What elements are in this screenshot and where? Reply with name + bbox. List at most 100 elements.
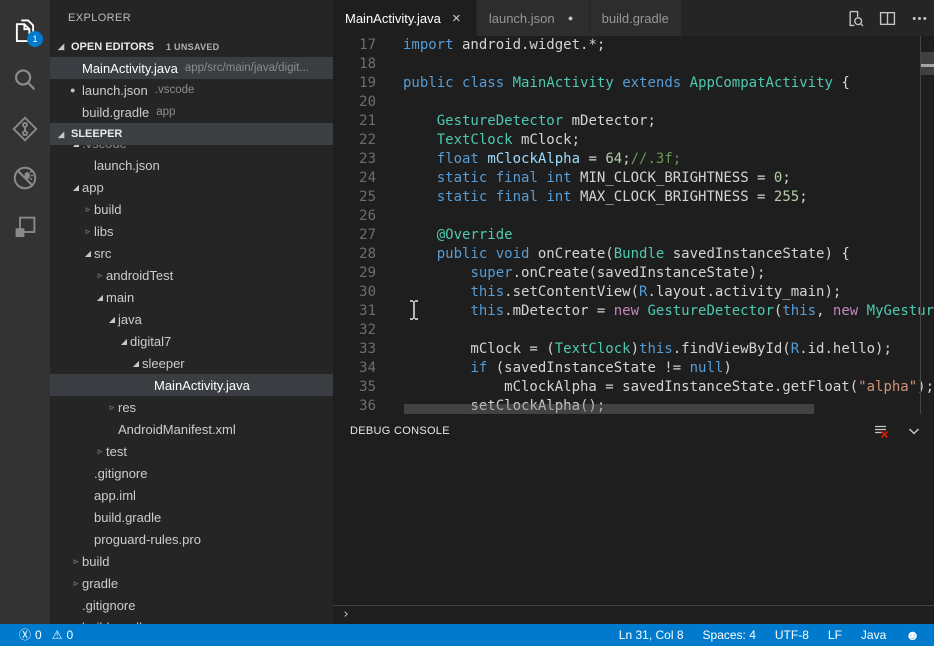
sidebar-title: EXPLORER [50,0,333,36]
dirty-indicator-icon[interactable]: ● [565,13,577,23]
tree-item-folder[interactable]: ▹test [50,440,333,462]
tree-item-folder[interactable]: ▹libs [50,220,333,242]
code-line-32[interactable]: 32 [333,321,934,340]
tab-build.gradle[interactable]: build.gradle [590,0,682,36]
chevron-collapsed-icon[interactable]: ▹ [82,204,94,215]
chevron-expanded-icon[interactable]: ◢ [106,315,118,324]
tree-item-folder[interactable]: ◢java [50,308,333,330]
tree-item-file[interactable]: proguard-rules.pro [50,528,333,550]
tree-item-file[interactable]: build.gradle [50,506,333,528]
clear-output-icon[interactable] [873,423,889,439]
code-editor[interactable]: 17import android.widget.*;1819public cla… [333,36,934,414]
problems-warnings[interactable]: ⚠ 0 [52,628,73,642]
code-line-25[interactable]: 25 static final int MAX_CLOCK_BRIGHTNESS… [333,188,934,207]
chevron-collapsed-icon[interactable]: ▹ [70,556,82,567]
close-icon[interactable]: × [449,10,464,27]
code-line-17[interactable]: 17import android.widget.*; [333,36,934,55]
tab-label: build.gradle [602,11,669,26]
code-line-34[interactable]: 34 if (savedInstanceState != null) [333,359,934,378]
tree-item-label: test [106,444,127,459]
line-content: static final int MIN_CLOCK_BRIGHTNESS = … [403,169,791,188]
chevron-expanded-icon[interactable]: ◢ [70,145,82,148]
tree-item-label: libs [94,224,114,239]
project-section-header[interactable]: ◢ SLEEPER [50,123,333,145]
chevron-collapsed-icon[interactable]: ▹ [94,270,106,281]
status-indentation[interactable]: Spaces: 4 [703,628,756,642]
status-feedback[interactable]: ☻ [905,628,920,642]
chevron-expanded-icon[interactable]: ◢ [118,337,130,346]
debug-console-input[interactable]: › [333,605,934,623]
chevron-collapsed-icon[interactable]: ▹ [94,446,106,457]
activity-explorer-button[interactable]: 1 [0,6,50,55]
tree-item-label: launch.json [94,158,160,173]
code-line-19[interactable]: 19public class MainActivity extends AppC… [333,74,934,93]
tree-item-file[interactable]: .gitignore [50,594,333,616]
tree-item-folder[interactable]: ▹gradle [50,572,333,594]
tab-MainActivity.java[interactable]: MainActivity.java× [333,0,477,36]
chevron-expanded-icon[interactable]: ◢ [70,183,82,192]
chevron-collapsed-icon[interactable]: ▹ [82,226,94,237]
line-number: 36 [333,397,403,414]
line-content: this.mDetector = new GestureDetector(thi… [403,302,934,321]
tree-item-folder[interactable]: ◢src [50,242,333,264]
tree-item-folder[interactable]: ◢app [50,176,333,198]
code-line-22[interactable]: 22 TextClock mClock; [333,131,934,150]
tree-item-folder[interactable]: ▹androidTest [50,264,333,286]
tree-item-file[interactable]: launch.json [50,154,333,176]
chevron-collapsed-icon[interactable]: ▹ [70,578,82,589]
code-line-28[interactable]: 28 public void onCreate(Bundle savedInst… [333,245,934,264]
open-editor-item[interactable]: MainActivity.javaapp/src/main/java/digit… [50,57,333,79]
activity-search-button[interactable] [0,55,50,104]
chevron-expanded-icon[interactable]: ◢ [94,293,106,302]
activity-source-control-button[interactable] [0,104,50,153]
horizontal-scrollbar[interactable] [404,404,814,414]
code-line-27[interactable]: 27 @Override [333,226,934,245]
problems-errors[interactable]: Ⓧ 0 [19,628,42,642]
tree-item-folder[interactable]: ▹build [50,198,333,220]
more-actions-icon[interactable] [911,10,928,27]
code-line-20[interactable]: 20 [333,93,934,112]
chevron-expanded-icon[interactable]: ◢ [130,359,142,368]
status-encoding[interactable]: UTF-8 [775,628,809,642]
split-editor-icon[interactable] [879,10,896,27]
code-line-23[interactable]: 23 float mClockAlpha = 64;//.3f; [333,150,934,169]
code-line-24[interactable]: 24 static final int MIN_CLOCK_BRIGHTNESS… [333,169,934,188]
code-line-18[interactable]: 18 [333,55,934,74]
activity-debug-button[interactable] [0,153,50,202]
code-line-35[interactable]: 35 mClockAlpha = savedInstanceState.getF… [333,378,934,397]
tree-item-folder[interactable]: ▹build [50,550,333,572]
tree-item-file[interactable]: app.iml [50,484,333,506]
code-line-33[interactable]: 33 mClock = (TextClock)this.findViewById… [333,340,934,359]
tree-item-file[interactable]: build.gradle [50,616,333,624]
code-line-29[interactable]: 29 super.onCreate(savedInstanceState); [333,264,934,283]
chevron-collapsed-icon[interactable]: ▹ [106,402,118,413]
tree-item-file[interactable]: .gitignore [50,462,333,484]
feedback-smiley-icon: ☻ [905,628,920,642]
tree-item-folder[interactable]: ◢sleeper [50,352,333,374]
tree-item-folder[interactable]: ◢digital7 [50,330,333,352]
tree-item-folder[interactable]: ◢main [50,286,333,308]
open-editors-header[interactable]: ◢ OPEN EDITORS 1 UNSAVED [50,36,333,57]
open-editors-list: MainActivity.javaapp/src/main/java/digit… [50,57,333,123]
collapse-panel-icon[interactable] [906,423,922,439]
status-eol[interactable]: LF [828,628,842,642]
tree-item-folder[interactable]: ▹res [50,396,333,418]
chevron-expanded-icon[interactable]: ◢ [82,249,94,258]
code-line-21[interactable]: 21 GestureDetector mDetector; [333,112,934,131]
status-eol-label: LF [828,628,842,642]
activity-extensions-button[interactable] [0,202,50,251]
tree-item-file[interactable]: AndroidManifest.xml [50,418,333,440]
tab-launch.json[interactable]: launch.json● [477,0,590,36]
source-control-icon [10,114,40,144]
status-cursor-position[interactable]: Ln 31, Col 8 [619,628,684,642]
tree-item-file[interactable]: MainActivity.java [50,374,333,396]
open-editor-item[interactable]: build.gradleapp [50,101,333,123]
code-line-31[interactable]: 31 this.mDetector = new GestureDetector(… [333,302,934,321]
debug-console-panel: DEBUG CONSOLE › [333,414,934,624]
open-preview-icon[interactable] [847,10,864,27]
open-editor-item[interactable]: ●launch.json.vscode [50,79,333,101]
status-language-mode[interactable]: Java [861,628,886,642]
code-line-26[interactable]: 26 [333,207,934,226]
tree-item-folder[interactable]: ◢.vscode [50,145,333,154]
code-line-30[interactable]: 30 this.setContentView(R.layout.activity… [333,283,934,302]
